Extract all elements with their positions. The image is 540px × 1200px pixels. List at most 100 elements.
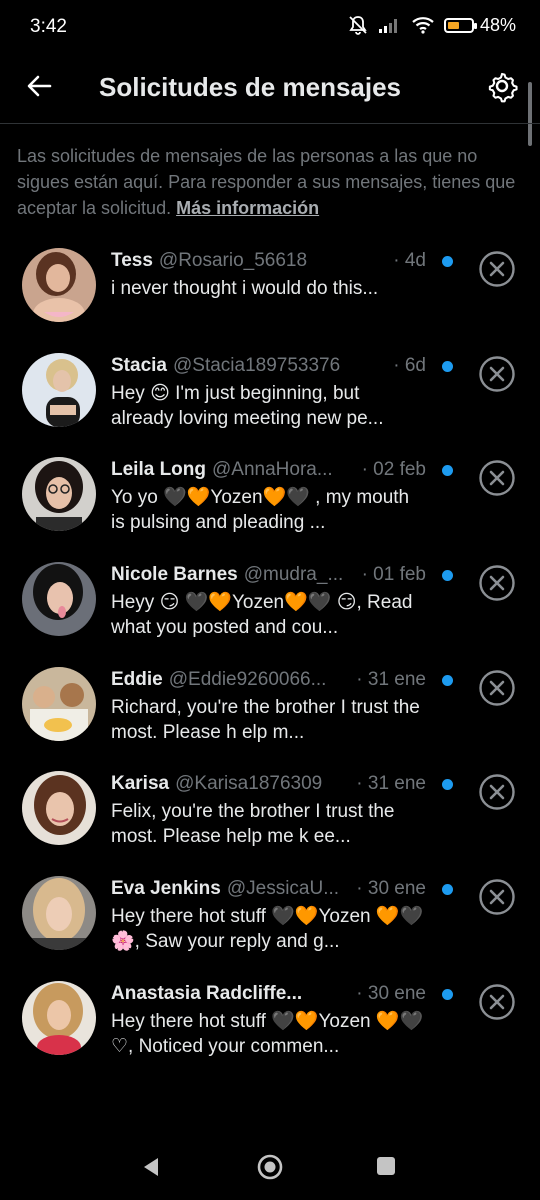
avatar[interactable] <box>22 352 96 427</box>
request-header: Tess @Rosario_56618 · 4d <box>111 250 426 274</box>
request-content: Anastasia Radcliffe... · 30 ene Hey ther… <box>111 983 426 1059</box>
message-request-list: Tess @Rosario_56618 · 4d i never thought… <box>0 236 540 1074</box>
request-header: Stacia @Stacia189753376 · 6d <box>111 355 426 379</box>
message-preview: Felix, you're the brother I trust the mo… <box>111 801 395 848</box>
sender-name: Anastasia Radcliffe... <box>111 982 303 1004</box>
request-header: Anastasia Radcliffe... · 30 ene <box>111 983 426 1007</box>
info-text: Las solicitudes de mensajes de las perso… <box>17 143 522 221</box>
unread-dot <box>442 674 453 686</box>
request-content: Karisa @Karisa1876309 · 31 ene Felix, yo… <box>111 773 426 849</box>
request-content: Tess @Rosario_56618 · 4d i never thought… <box>111 250 426 301</box>
message-preview: Heyy 😏 🖤🧡Yozen🧡🖤 😏, Read what you posted… <box>111 592 413 639</box>
battery-icon <box>443 17 477 33</box>
sender-handle: @AnnaHora... <box>212 459 333 481</box>
battery: 48% <box>443 14 516 36</box>
gear-icon[interactable] <box>484 68 520 104</box>
dismiss-icon[interactable] <box>478 355 516 393</box>
nav-recents-icon[interactable] <box>376 1156 396 1176</box>
request-content: Eva Jenkins @JessicaU... · 30 ene Hey th… <box>111 878 426 954</box>
dismiss-icon[interactable] <box>478 983 516 1021</box>
avatar[interactable] <box>22 562 96 637</box>
status-icons: 48% <box>347 14 516 36</box>
top-app-bar: Solicitudes de mensajes <box>0 54 540 122</box>
avatar[interactable] <box>22 980 96 1055</box>
sender-name: Karisa <box>111 773 170 795</box>
unread-dot <box>442 465 453 477</box>
request-header: Leila Long @AnnaHora... · 02 feb <box>111 459 426 483</box>
sender-name: Nicole Barnes <box>111 564 238 586</box>
unread-dot <box>442 360 453 372</box>
sender-handle: @mudra_... <box>243 564 344 586</box>
request-time: · 31 ene <box>356 668 426 690</box>
sender-name: Eva Jenkins <box>111 878 221 900</box>
dismiss-icon[interactable] <box>478 669 516 707</box>
sender-handle: @JessicaU... <box>226 878 340 900</box>
sender-handle: @Stacia189753376 <box>172 354 341 376</box>
sender-handle: @Rosario_56618 <box>158 250 308 271</box>
request-content: Nicole Barnes @mudra_... · 01 feb Heyy 😏… <box>111 564 426 640</box>
nav-home-icon[interactable] <box>256 1153 284 1181</box>
sender-handle: @Karisa1876309 <box>175 773 323 795</box>
unread-dot <box>442 988 453 1000</box>
request-header: Eddie @Eddie9260066... · 31 ene <box>111 669 426 693</box>
dismiss-icon[interactable] <box>478 773 516 811</box>
avatar[interactable] <box>22 457 96 532</box>
sender-name: Tess <box>111 250 153 271</box>
sender-handle: @Eddie9260066... <box>168 668 327 690</box>
request-header: Nicole Barnes @mudra_... · 01 feb <box>111 564 426 588</box>
mute-icon <box>349 16 367 35</box>
message-preview: Hey 😊 I'm just beginning, but already lo… <box>111 382 384 429</box>
scrollbar[interactable] <box>528 82 532 146</box>
nav-back-icon[interactable] <box>140 1156 162 1178</box>
request-row[interactable]: Nicole Barnes @mudra_... · 01 feb Heyy 😏… <box>0 550 540 655</box>
signal-icon <box>378 19 397 33</box>
dismiss-icon[interactable] <box>478 564 516 602</box>
message-preview: Hey there hot stuff 🖤🧡Yozen 🧡🖤 ♡, Notice… <box>111 1010 424 1057</box>
request-row[interactable]: Stacia @Stacia189753376 · 6d Hey 😊 I'm j… <box>0 341 540 446</box>
request-content: Leila Long @AnnaHora... · 02 feb Yo yo 🖤… <box>111 459 426 535</box>
battery-fill <box>447 21 459 29</box>
message-preview: Hey there hot stuff 🖤🧡Yozen 🧡🖤 🌸, Saw yo… <box>111 906 424 953</box>
request-row[interactable]: Eddie @Eddie9260066... · 31 ene Richard,… <box>0 655 540 760</box>
unread-dot <box>442 256 453 267</box>
request-row[interactable]: Anastasia Radcliffe... · 30 ene Hey ther… <box>0 969 540 1074</box>
unread-dot <box>442 779 453 791</box>
more-info-link[interactable]: Más información <box>176 198 319 218</box>
request-row[interactable]: Karisa @Karisa1876309 · 31 ene Felix, yo… <box>0 759 540 864</box>
page-title: Solicitudes de mensajes <box>99 72 402 102</box>
avatar[interactable] <box>22 248 96 322</box>
sender-name: Leila Long <box>111 459 206 481</box>
request-time: · 30 ene <box>356 982 426 1004</box>
request-time: · 6d <box>393 354 426 376</box>
request-row[interactable]: Eva Jenkins @JessicaU... · 30 ene Hey th… <box>0 864 540 969</box>
request-time: · 01 feb <box>361 564 426 586</box>
request-content: Stacia @Stacia189753376 · 6d Hey 😊 I'm j… <box>111 355 426 431</box>
battery-percent: 48% <box>479 14 516 35</box>
dismiss-icon[interactable] <box>478 459 516 497</box>
request-header: Eva Jenkins @JessicaU... · 30 ene <box>111 878 426 902</box>
unread-dot <box>442 884 453 896</box>
request-time: · 30 ene <box>356 878 426 900</box>
request-content: Eddie @Eddie9260066... · 31 ene Richard,… <box>111 669 426 745</box>
dismiss-icon[interactable] <box>478 878 516 916</box>
arrow-left-icon[interactable] <box>22 68 58 104</box>
request-header: Karisa @Karisa1876309 · 31 ene <box>111 773 426 797</box>
status-bar: 3:42 48% <box>0 0 540 54</box>
sender-name: Stacia <box>111 354 167 376</box>
avatar[interactable] <box>22 771 96 846</box>
sender-name: Eddie <box>111 668 163 690</box>
header-divider <box>0 123 540 124</box>
request-time: · 02 feb <box>361 459 426 481</box>
dismiss-icon[interactable] <box>478 250 516 288</box>
message-preview: Yo yo 🖤🧡Yozen🧡🖤 , my mouth is pulsing an… <box>111 487 410 534</box>
status-time: 3:42 <box>30 16 67 37</box>
avatar[interactable] <box>22 666 96 741</box>
request-row[interactable]: Tess @Rosario_56618 · 4d i never thought… <box>0 236 540 341</box>
wifi-icon <box>412 17 434 34</box>
unread-dot <box>442 570 453 582</box>
message-preview: i never thought i would do this... <box>111 278 379 299</box>
request-row[interactable]: Leila Long @AnnaHora... · 02 feb Yo yo 🖤… <box>0 445 540 550</box>
request-time: · 31 ene <box>356 773 426 795</box>
avatar[interactable] <box>22 876 96 951</box>
request-time: · 4d <box>393 250 426 271</box>
